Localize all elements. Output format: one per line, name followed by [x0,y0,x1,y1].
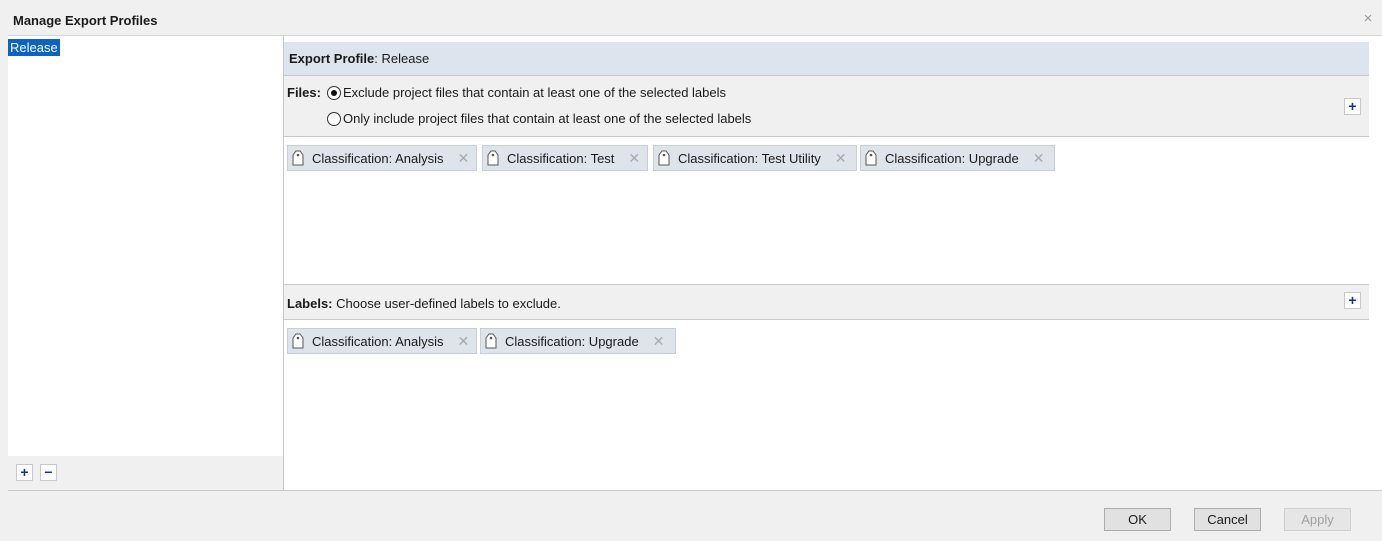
profile-list-toolbar: + − [8,456,283,491]
labels-description: Choose user-defined labels to exclude. [332,296,561,311]
footer-divider [8,490,1382,491]
file-label-chip: Classification: Analysis ✕ [287,145,477,171]
files-filter-section: Files: Exclude project files that contai… [284,76,1369,137]
file-labels-area: Classification: Analysis ✕ Classificatio… [284,138,1369,284]
remove-chip-icon[interactable]: ✕ [653,333,665,350]
export-profile-header: Export Profile: Release [284,42,1369,76]
add-profile-button[interactable]: + [16,464,33,481]
export-profile-heading: Export Profile [289,51,375,66]
files-label: Files: [287,85,321,100]
manage-export-profiles-dialog: Manage Export Profiles × Release + − Exp… [0,0,1382,541]
labels-section-header: Labels: Choose user-defined labels to ex… [284,284,1369,320]
tag-icon [865,150,877,166]
exclude-files-option[interactable]: Exclude project files that contain at le… [327,85,726,100]
remove-chip-icon[interactable]: ✕ [458,333,470,350]
export-profile-name: Release [377,51,430,66]
include-files-option-label: Only include project files that contain … [343,111,752,126]
tag-icon [487,150,499,166]
chip-label: Classification: Upgrade [505,333,639,349]
remove-profile-button[interactable]: − [40,464,57,481]
exclude-label-chip: Classification: Upgrade ✕ [480,328,676,354]
add-file-label-button[interactable]: + [1344,98,1361,115]
chip-label: Classification: Test [507,150,615,166]
exclude-label-chip: Classification: Analysis ✕ [287,328,477,354]
chip-label: Classification: Test Utility [678,150,821,166]
title-bar: Manage Export Profiles × [8,7,1382,34]
exclude-files-option-label: Exclude project files that contain at le… [343,85,727,100]
cancel-button[interactable]: Cancel [1194,508,1261,531]
file-label-chip: Classification: Test Utility ✕ [653,145,857,171]
file-label-chip: Classification: Test ✕ [482,145,648,171]
labels-caption: Labels: Choose user-defined labels to ex… [287,296,561,311]
profile-details: Export Profile: Release Files: Exclude p… [284,35,1382,491]
remove-chip-icon[interactable]: ✕ [835,150,847,167]
exclude-labels-area: Classification: Analysis ✕ Classificatio… [284,321,1369,491]
labels-label: Labels: [287,296,333,311]
apply-button[interactable]: Apply [1284,508,1351,531]
profile-item-release[interactable]: Release [8,39,60,56]
tag-icon [292,150,304,166]
tag-icon [485,333,497,349]
file-label-chip: Classification: Upgrade ✕ [860,145,1055,171]
add-exclude-label-button[interactable]: + [1344,292,1361,309]
tag-icon [658,150,670,166]
close-icon[interactable]: × [1360,11,1376,27]
dialog-title: Manage Export Profiles [13,13,158,28]
exclude-files-radio[interactable] [327,85,341,100]
tag-icon [292,333,304,349]
chip-label: Classification: Upgrade [885,150,1019,166]
chip-label: Classification: Analysis [312,333,444,349]
include-files-radio[interactable] [327,111,341,126]
remove-chip-icon[interactable]: ✕ [1033,150,1045,167]
remove-chip-icon[interactable]: ✕ [628,150,640,167]
export-profile-title: Export Profile: Release [289,51,429,66]
remove-chip-icon[interactable]: ✕ [458,150,470,167]
ok-button[interactable]: OK [1104,508,1171,531]
chip-label: Classification: Analysis [312,150,444,166]
include-files-option[interactable]: Only include project files that contain … [327,111,751,126]
profile-list: Release + − [8,35,283,491]
